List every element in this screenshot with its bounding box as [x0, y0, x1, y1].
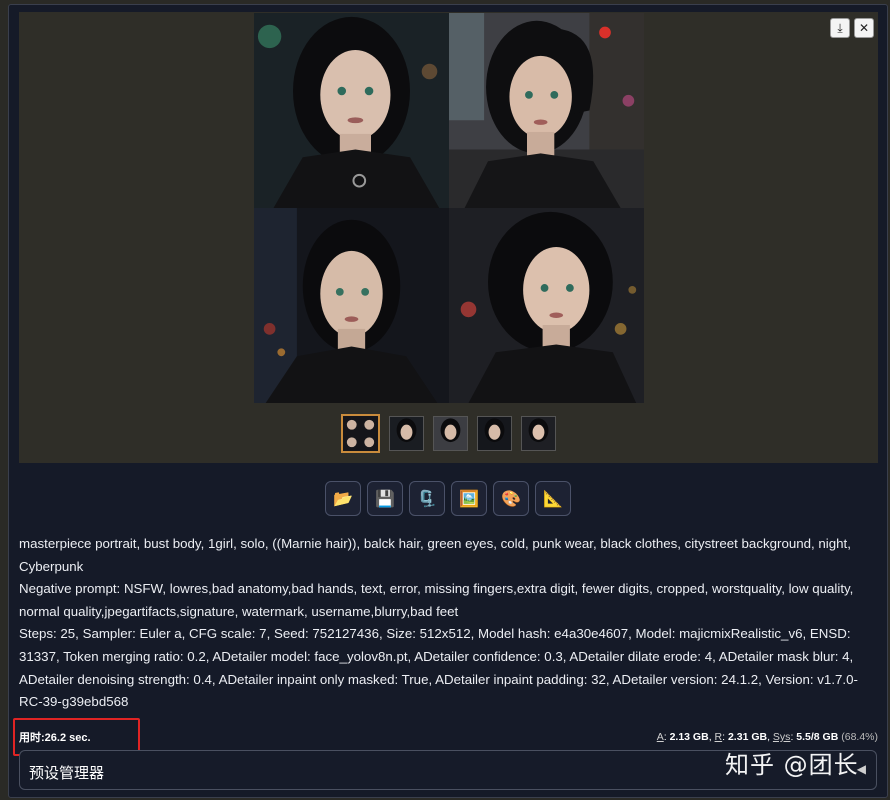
prompt-text: masterpiece portrait, bust body, 1girl, …	[19, 536, 851, 574]
gallery-actions: ⤓ ✕	[830, 18, 874, 38]
save-button[interactable]: 💾	[367, 481, 403, 516]
close-icon[interactable]: ✕	[854, 18, 874, 38]
memory-usage: A: 2.13 GB, R: 2.31 GB, Sys: 5.5/8 GB (6…	[656, 731, 878, 743]
ruler-icon: 📐	[543, 489, 563, 508]
thumbnail-2[interactable]	[389, 416, 424, 451]
generation-params-text: Steps: 25, Sampler: Euler a, CFG scale: …	[19, 626, 858, 710]
mem-sys-value: 5.5/8 GB	[796, 731, 839, 743]
mem-r-key: R	[714, 731, 723, 743]
save-icon: 💾	[375, 489, 395, 508]
portrait-image-2	[449, 13, 644, 208]
thumbnail-strip	[341, 414, 556, 453]
portrait-image-1	[254, 13, 449, 208]
mem-a-key: A	[656, 731, 664, 743]
negative-prompt-text: Negative prompt: NSFW, lowres,bad anatom…	[19, 581, 854, 619]
portrait-image-3	[254, 208, 449, 403]
elapsed-time-value: 26.2 sec.	[44, 732, 91, 744]
send-to-img2img-button[interactable]: 🖼️	[451, 481, 487, 516]
watermark-text: 知乎 @团长	[725, 751, 859, 779]
send-to-extras-button[interactable]: 📐	[535, 481, 571, 516]
thumbnail-5[interactable]	[521, 416, 556, 451]
image-gallery: ⤓ ✕	[19, 12, 878, 463]
image-icon: 🖼️	[459, 489, 479, 508]
zip-button[interactable]: 🗜️	[409, 481, 445, 516]
open-folder-button[interactable]: 📂	[325, 481, 361, 516]
mem-a-value: 2.13 GB	[669, 731, 709, 743]
generation-info: masterpiece portrait, bust body, 1girl, …	[19, 533, 879, 714]
portrait-image-4	[449, 208, 644, 403]
send-to-inpaint-button[interactable]: 🎨	[493, 481, 529, 516]
palette-icon: 🎨	[501, 489, 521, 508]
generated-image-grid[interactable]	[254, 13, 644, 403]
preset-manager-label: 预设管理器	[29, 764, 105, 782]
thumbnail-1[interactable]	[341, 414, 380, 453]
download-icon[interactable]: ⤓	[830, 18, 850, 38]
mem-percent: (68.4%)	[841, 731, 878, 743]
elapsed-time: 用时:26.2 sec.	[19, 729, 91, 745]
zip-icon: 🗜️	[417, 489, 437, 508]
image-toolbar: 📂 💾 🗜️ 🖼️ 🎨 📐	[325, 481, 571, 516]
mem-sys-key: Sys	[772, 731, 791, 743]
thumbnail-4[interactable]	[477, 416, 512, 451]
thumbnail-3[interactable]	[433, 416, 468, 451]
elapsed-time-label: 用时:	[19, 732, 45, 744]
mem-r-value: 2.31 GB	[727, 731, 768, 743]
folder-icon: 📂	[333, 489, 353, 508]
